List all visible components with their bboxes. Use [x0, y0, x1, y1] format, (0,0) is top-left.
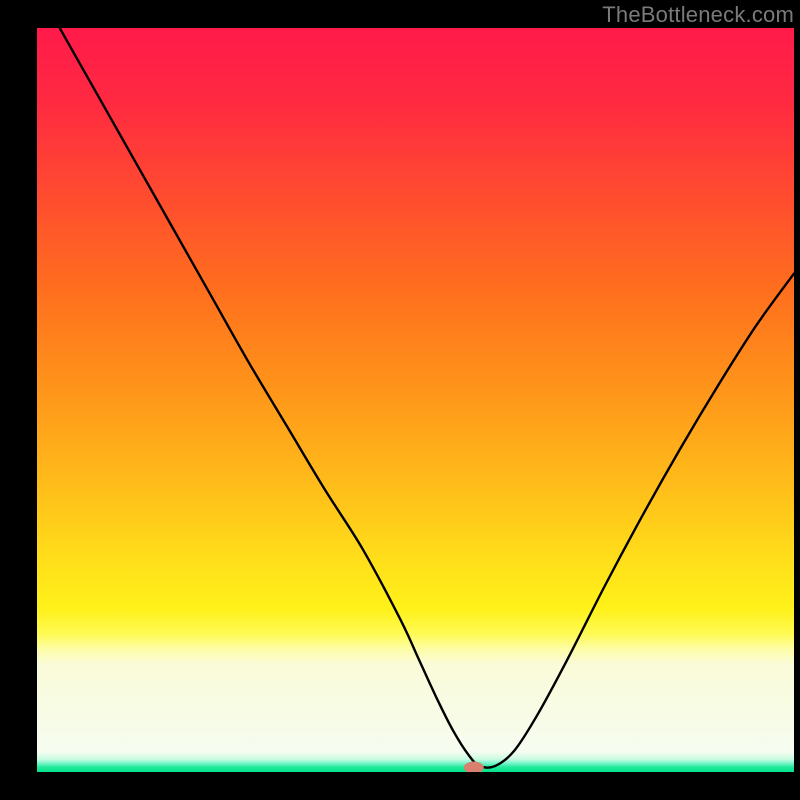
chart-frame: TheBottleneck.com: [0, 0, 800, 800]
gradient-background: [37, 28, 794, 772]
optimum-marker: [464, 762, 484, 774]
bottleneck-chart: [0, 0, 800, 800]
watermark-text: TheBottleneck.com: [602, 2, 794, 28]
